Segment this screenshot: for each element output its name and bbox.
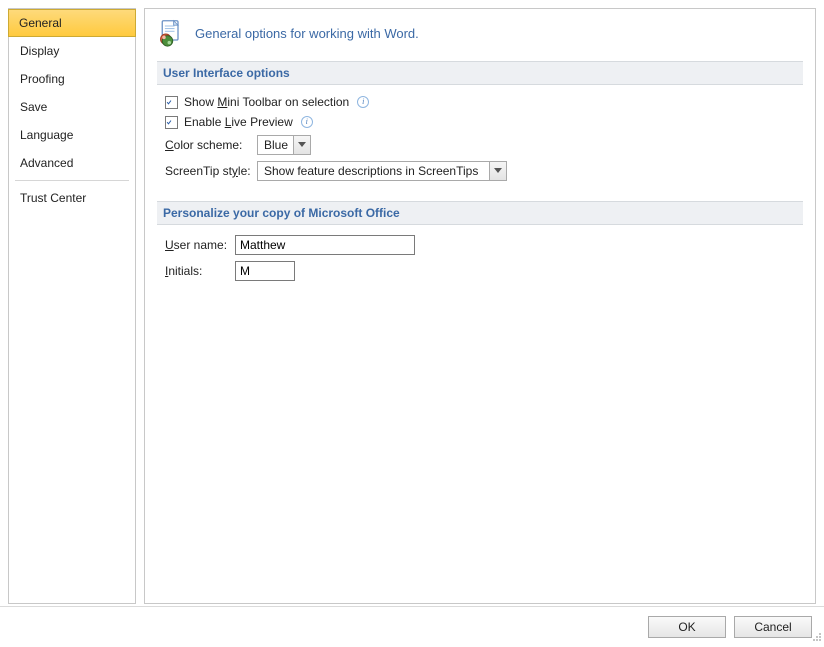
sidebar-item-advanced[interactable]: Advanced bbox=[9, 149, 135, 177]
content-row: General Display Proofing Save Language A… bbox=[0, 0, 824, 604]
sidebar-item-label: Language bbox=[20, 128, 73, 142]
input-user-name[interactable] bbox=[235, 235, 415, 255]
section-body-personalize: User name: Initials: bbox=[157, 235, 803, 301]
row-initials: Initials: bbox=[165, 261, 795, 281]
ok-button[interactable]: OK bbox=[648, 616, 726, 638]
combo-value: Show feature descriptions in ScreenTips bbox=[257, 161, 489, 181]
sidebar-item-label: Save bbox=[20, 100, 47, 114]
combo-color-scheme[interactable]: Blue bbox=[257, 135, 311, 155]
category-sidebar: General Display Proofing Save Language A… bbox=[8, 8, 136, 604]
label-color-scheme: Color scheme: bbox=[165, 138, 257, 152]
checkbox-label: Enable Live Preview bbox=[184, 115, 293, 129]
sidebar-item-label: Proofing bbox=[20, 72, 65, 86]
option-show-mini-toolbar[interactable]: Show Mini Toolbar on selection i bbox=[165, 95, 795, 109]
sidebar-item-label: Display bbox=[20, 44, 59, 58]
row-screentip-style: ScreenTip style: Show feature descriptio… bbox=[165, 161, 795, 181]
general-options-icon bbox=[157, 19, 185, 47]
label-screentip-style: ScreenTip style: bbox=[165, 164, 257, 178]
checkbox-label: Show Mini Toolbar on selection bbox=[184, 95, 349, 109]
sidebar-item-general[interactable]: General bbox=[8, 9, 136, 37]
section-head-personalize: Personalize your copy of Microsoft Offic… bbox=[157, 201, 803, 225]
sidebar-item-label: Trust Center bbox=[20, 191, 86, 205]
combo-value: Blue bbox=[257, 135, 293, 155]
input-initials[interactable] bbox=[235, 261, 295, 281]
info-icon[interactable]: i bbox=[301, 116, 313, 128]
sidebar-item-display[interactable]: Display bbox=[9, 37, 135, 65]
button-bar: OK Cancel bbox=[0, 606, 824, 646]
sidebar-separator bbox=[15, 180, 129, 181]
sidebar-item-language[interactable]: Language bbox=[9, 121, 135, 149]
chevron-down-icon[interactable] bbox=[489, 161, 507, 181]
row-color-scheme: Color scheme: Blue bbox=[165, 135, 795, 155]
row-user-name: User name: bbox=[165, 235, 795, 255]
resize-grip-icon[interactable] bbox=[810, 632, 822, 644]
sidebar-item-label: Advanced bbox=[20, 156, 73, 170]
main-panel: General options for working with Word. U… bbox=[144, 8, 816, 604]
info-icon[interactable]: i bbox=[357, 96, 369, 108]
combo-screentip-style[interactable]: Show feature descriptions in ScreenTips bbox=[257, 161, 507, 181]
option-enable-live-preview[interactable]: Enable Live Preview i bbox=[165, 115, 795, 129]
label-initials: Initials: bbox=[165, 264, 235, 278]
cancel-button[interactable]: Cancel bbox=[734, 616, 812, 638]
options-dialog: General Display Proofing Save Language A… bbox=[0, 0, 824, 646]
label-user-name: User name: bbox=[165, 238, 235, 252]
sidebar-item-proofing[interactable]: Proofing bbox=[9, 65, 135, 93]
chevron-down-icon[interactable] bbox=[293, 135, 311, 155]
checkbox-enable-live-preview[interactable] bbox=[165, 116, 178, 129]
sidebar-item-label: General bbox=[19, 16, 62, 30]
section-head-ui: User Interface options bbox=[157, 61, 803, 85]
sidebar-item-save[interactable]: Save bbox=[9, 93, 135, 121]
section-body-ui: Show Mini Toolbar on selection i Enable … bbox=[157, 95, 803, 201]
checkbox-show-mini-toolbar[interactable] bbox=[165, 96, 178, 109]
sidebar-item-trust-center[interactable]: Trust Center bbox=[9, 184, 135, 212]
header-text: General options for working with Word. bbox=[195, 26, 419, 41]
header-row: General options for working with Word. bbox=[157, 19, 803, 47]
